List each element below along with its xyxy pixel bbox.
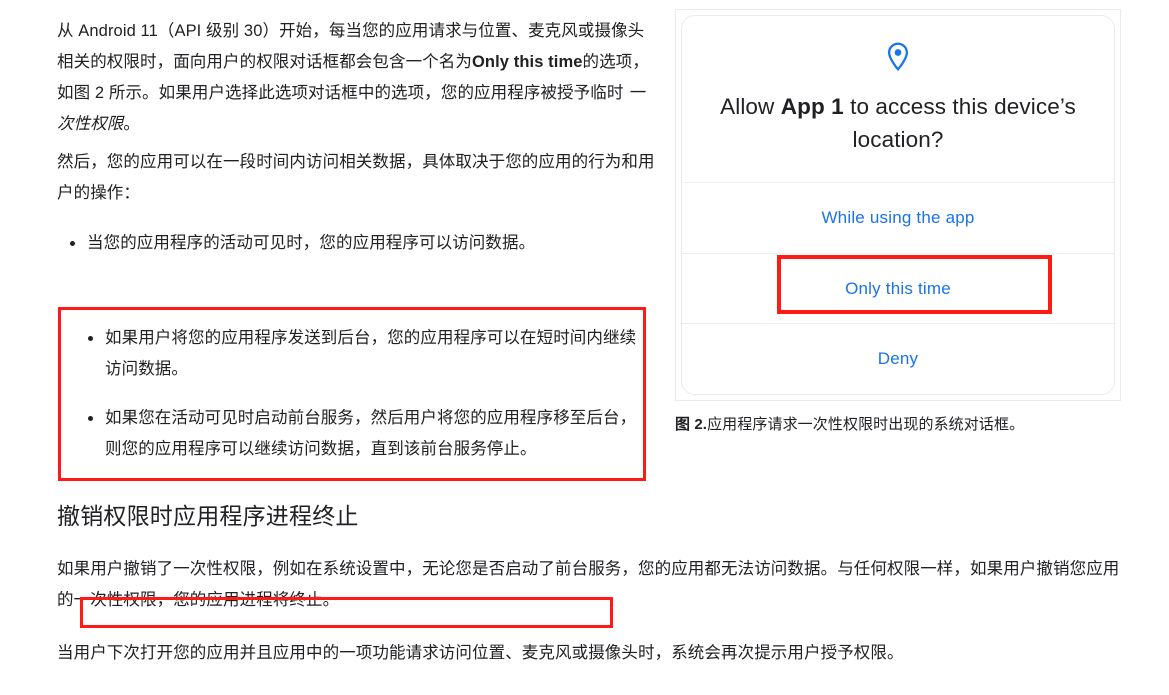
dialog-button-deny[interactable]: Deny [682, 324, 1114, 394]
page-section-heading: 撤销权限时应用程序进程终止 [57, 503, 359, 529]
figure-permission-dialog: Allow App 1 to access this device’s loca… [675, 9, 1121, 436]
figure-caption-text: 应用程序请求一次性权限时出现的系统对话框。 [707, 416, 1025, 433]
list-item: 如果您在活动可见时启动前台服务，然后用户将您的应用程序移至后台，则您的应用程序可… [88, 403, 650, 465]
figure-caption: 图 2.应用程序请求一次性权限时出现的系统对话框。 [675, 414, 1121, 436]
location-pin-icon [887, 42, 909, 72]
paragraph-revoke-permission: 如果用户撤销了一次性权限，例如在系统设置中，无论您是否启动了前台服务，您的应用都… [57, 554, 1132, 616]
dialog-button-while-using-the-app[interactable]: While using the app [682, 183, 1114, 254]
bullet-list-background-access: 如果用户将您的应用程序发送到后台，您的应用程序可以在短时间内继续访问数据。 如果… [75, 323, 650, 465]
dialog-title-app-name: App 1 [780, 94, 844, 119]
permission-dialog: Allow App 1 to access this device’s loca… [681, 15, 1115, 395]
section-process-termination: 撤销权限时应用程序进程终止 如果用户撤销了一次性权限，例如在系统设置中，无论您是… [57, 500, 1132, 689]
dialog-title-suffix: to access this device’s location? [843, 94, 1076, 152]
paragraph-access-duration: 然后，您的应用可以在一段时间内访问相关数据，具体取决于您的应用的行为和用户的操作… [57, 153, 655, 202]
paragraph-one-time-permission-intro: 从 Android 11（API 级别 30）开始，每当您的应用请求与位置、麦克… [57, 16, 659, 140]
dialog-button-only-this-time[interactable]: Only this time [682, 253, 1114, 325]
dialog-title: Allow App 1 to access this device’s loca… [716, 90, 1080, 156]
p1-bold-only-this-time: Only this time [472, 53, 583, 71]
list-item: 如果用户将您的应用程序发送到后台，您的应用程序可以在短时间内继续访问数据。 [88, 323, 650, 385]
dialog-outer-frame: Allow App 1 to access this device’s loca… [675, 9, 1121, 401]
list-item: 当您的应用程序的活动可见时，您的应用程序可以访问数据。 [70, 228, 657, 259]
dialog-header: Allow App 1 to access this device’s loca… [682, 16, 1114, 183]
revoke-text-part1: 如果用户撤销了一次性权限，例如在系统设置中，无论您是否启动了前台服务，您的应用都… [57, 560, 970, 578]
p1-text-part3: 。 [123, 115, 141, 133]
bullet-list-visible-activity: 当您的应用程序的活动可见时，您的应用程序可以访问数据。 [57, 228, 657, 259]
dialog-title-prefix: Allow [720, 94, 781, 119]
paragraph-reprompt: 当用户下次打开您的应用并且应用中的一项功能请求访问位置、麦克风或摄像头时，系统会… [57, 644, 904, 662]
figure-number-label: 图 2. [675, 416, 708, 433]
document-page: 从 Android 11（API 级别 30）开始，每当您的应用请求与位置、麦克… [0, 0, 1169, 695]
